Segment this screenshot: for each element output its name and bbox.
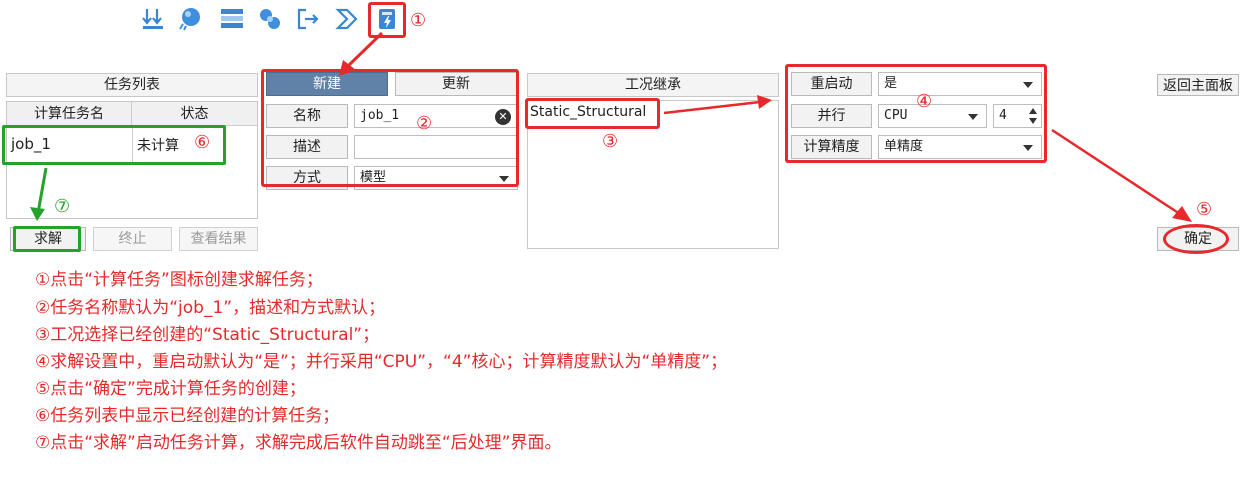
- return-home-button[interactable]: 返回主面板: [1157, 74, 1239, 96]
- callout-3: ③: [602, 131, 619, 152]
- callout-5: ⑤: [1196, 199, 1213, 220]
- material-ball-icon[interactable]: [177, 6, 203, 32]
- note-7: ⑦点击“求解”启动任务计算，求解完成后软件自动跳至“后处理”界面。: [35, 433, 562, 453]
- export-icon[interactable]: [296, 6, 322, 32]
- callout-1: ①: [410, 10, 427, 31]
- callout-2: ②: [416, 113, 433, 134]
- callout-6: ⑥: [194, 132, 211, 153]
- callout-7: ⑦: [54, 196, 71, 217]
- solve-button-highlight: [13, 226, 81, 252]
- note-2: ②任务名称默认为“job_1”，描述和方式默认；: [35, 298, 386, 318]
- note-1: ①点击“计算任务”图标创建求解任务；: [35, 270, 323, 290]
- confirm-button-highlight: [1163, 224, 1229, 254]
- view-results-button[interactable]: 查看结果: [179, 227, 258, 251]
- contact-icon[interactable]: [257, 6, 283, 32]
- task-list-header: 任务列表: [6, 73, 258, 97]
- note-4: ④求解设置中，重启动默认为“是”；并行采用“CPU”，“4”核心；计算精度默认为…: [35, 352, 728, 372]
- note-5: ⑤点击“确定”完成计算任务的创建；: [35, 379, 306, 399]
- stop-button[interactable]: 终止: [93, 227, 172, 251]
- callout-4: ④: [916, 91, 933, 112]
- task-form-highlight: [261, 69, 519, 187]
- case-item-highlight: [525, 98, 660, 129]
- solve-settings-highlight: [785, 64, 1047, 163]
- column-header-task-name[interactable]: 计算任务名: [7, 102, 132, 126]
- step-icon[interactable]: [335, 6, 361, 32]
- red-arrow-3: [1051, 128, 1192, 222]
- task-row-highlight: [2, 125, 226, 165]
- mesh-icon[interactable]: [219, 6, 245, 32]
- column-header-status[interactable]: 状态: [132, 102, 257, 126]
- red-arrow-1: [339, 31, 384, 76]
- load-icon[interactable]: [140, 6, 166, 32]
- note-3: ③工况选择已经创建的“Static_Structural”；: [35, 325, 380, 345]
- note-6: ⑥任务列表中显示已经创建的计算任务；: [35, 406, 340, 426]
- red-arrow-2: [663, 95, 772, 115]
